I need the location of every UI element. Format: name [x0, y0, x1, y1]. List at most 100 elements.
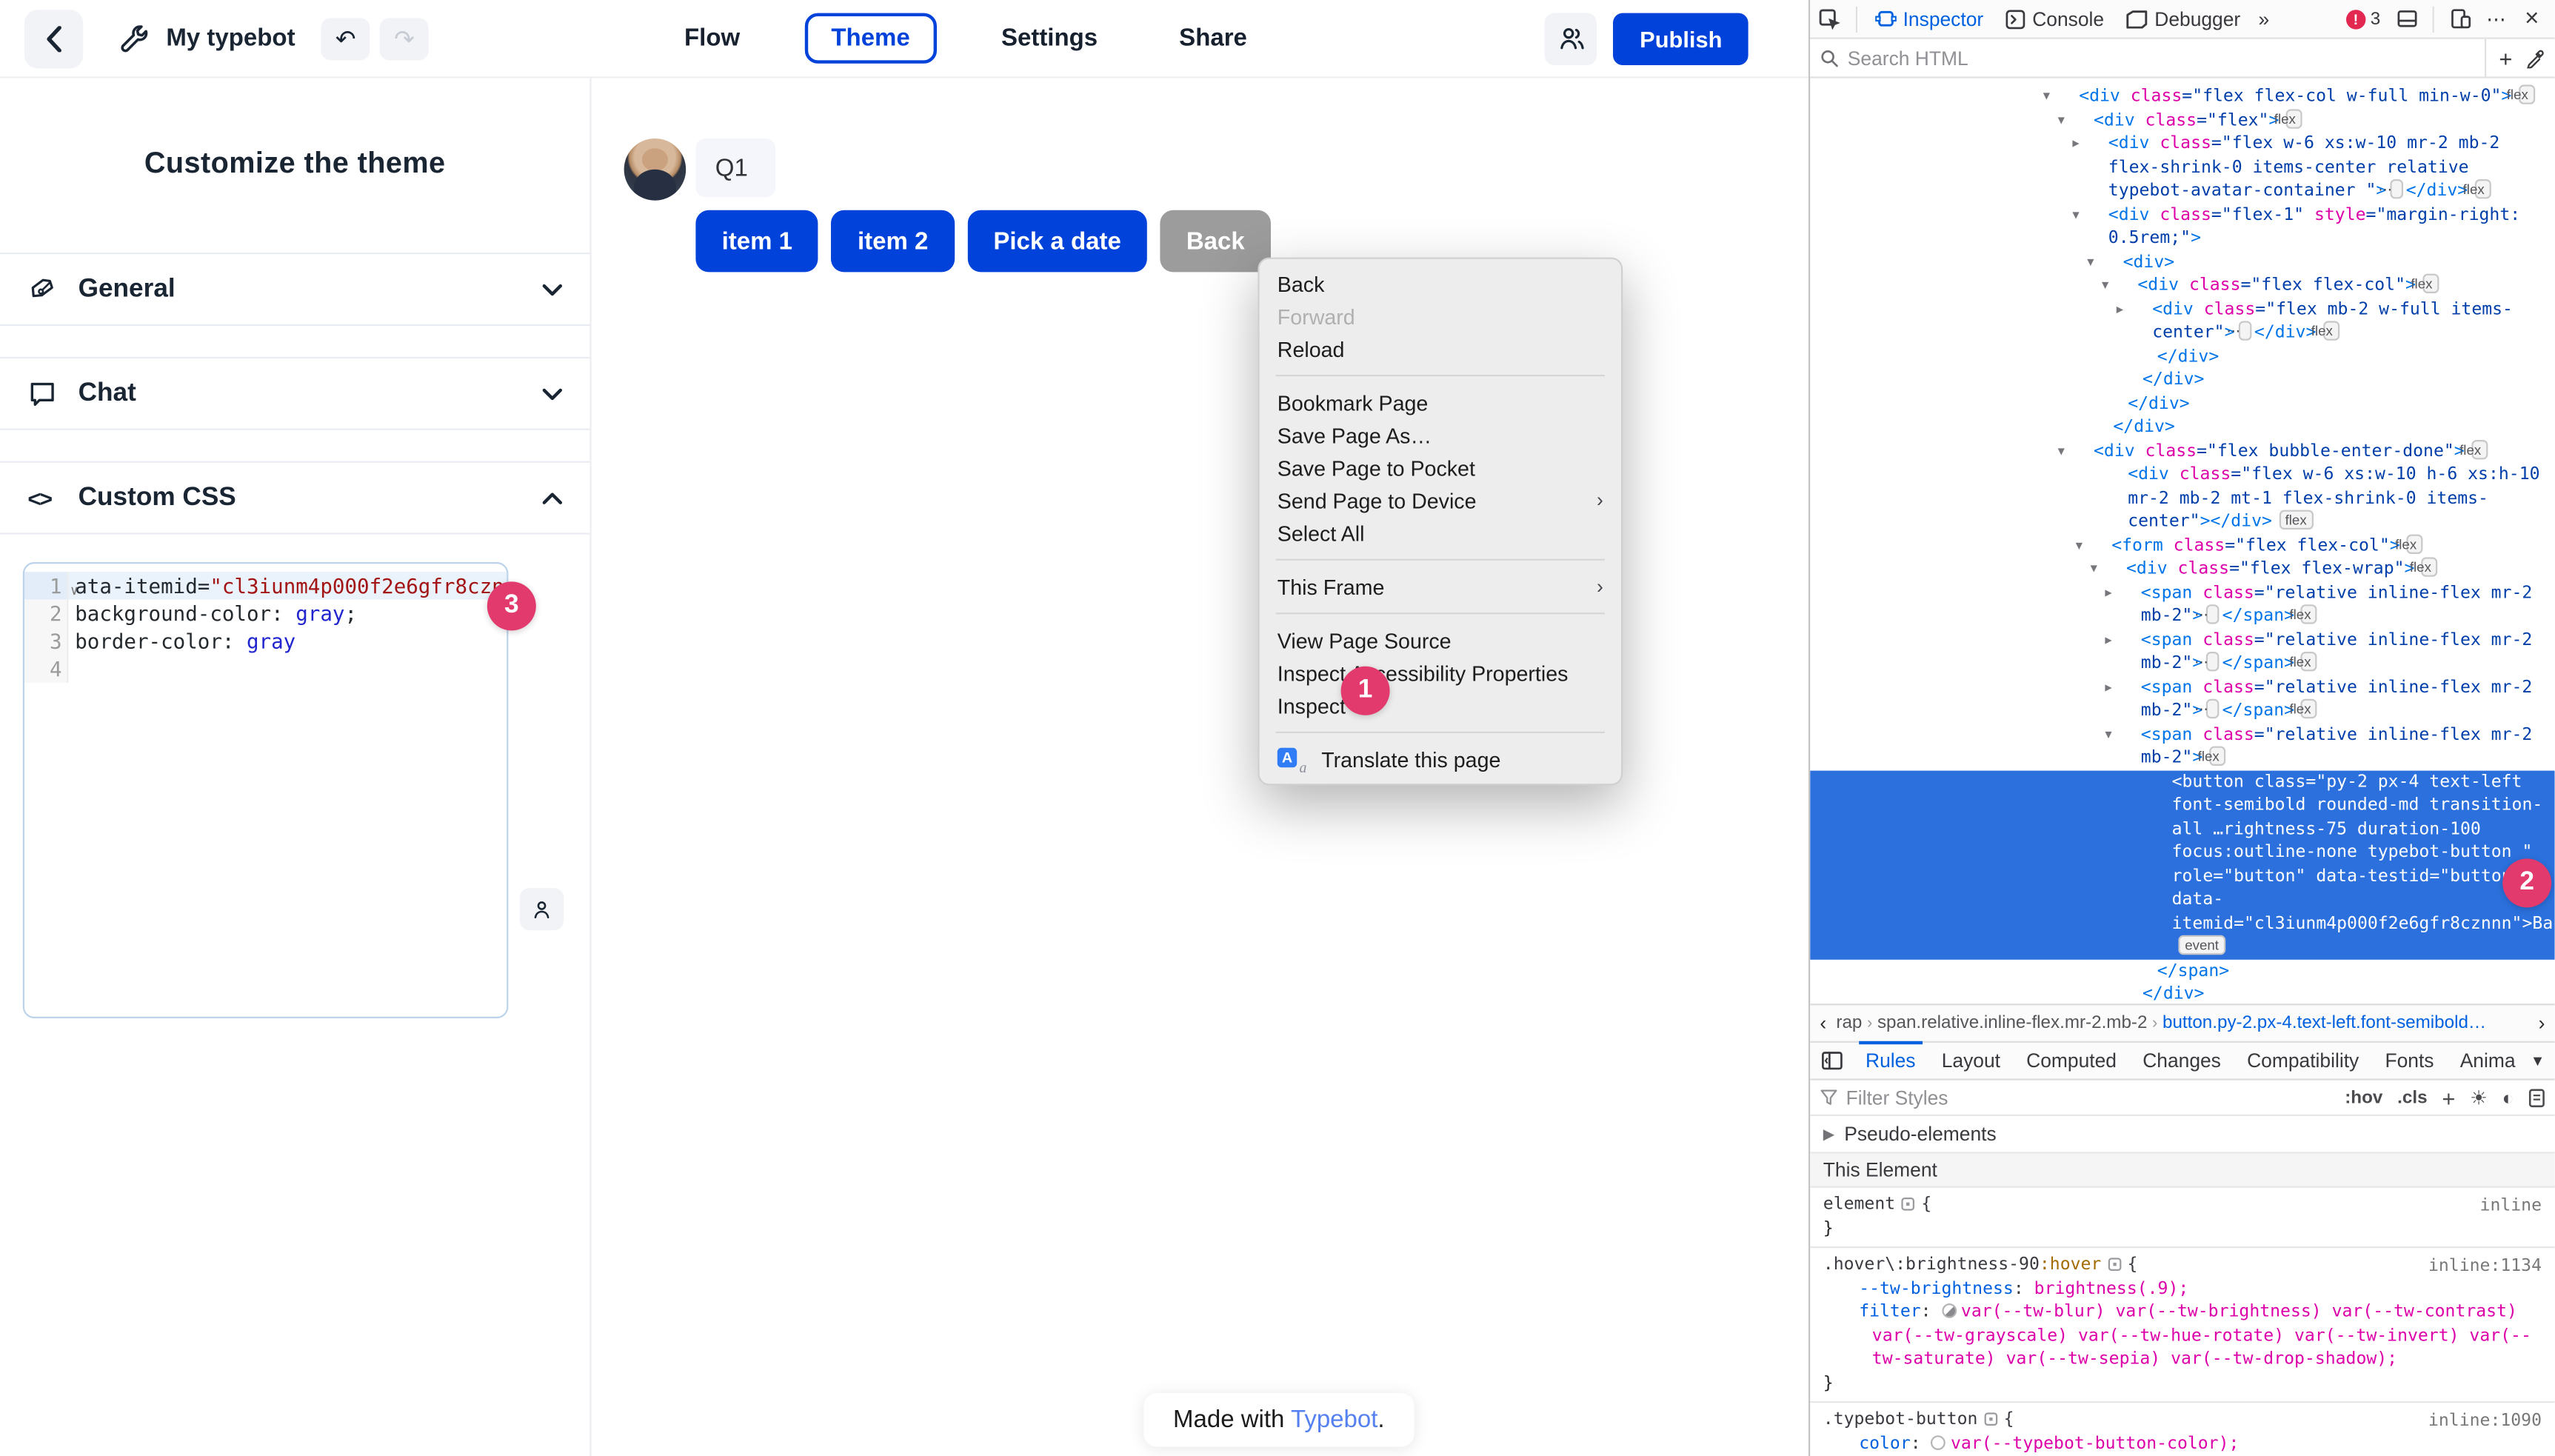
panel-tab-anima[interactable]: Anima	[2447, 1041, 2528, 1081]
menu-item-save-page-as-[interactable]: Save Page As…	[1260, 418, 1621, 451]
twisty-expanded-icon[interactable]: ▼	[2076, 439, 2094, 463]
error-count-badge[interactable]: !3	[2346, 9, 2380, 28]
section-general[interactable]: General	[0, 253, 590, 326]
responsive-mode-button[interactable]	[2444, 2, 2476, 35]
dom-node[interactable]: </div>	[1810, 415, 2554, 439]
tab-theme[interactable]: Theme	[805, 13, 936, 64]
typebot-name[interactable]: My typebot	[166, 24, 295, 52]
breadcrumb-prev-button[interactable]: ‹	[1810, 1012, 1836, 1035]
chat-button-item-1[interactable]: item 1	[695, 210, 818, 273]
menu-item-view-page-source[interactable]: View Page Source	[1260, 624, 1621, 657]
redo-button[interactable]: ↷	[380, 17, 429, 59]
chat-button-back[interactable]: Back	[1160, 210, 1271, 273]
toggle-hover-button[interactable]: :hov	[2345, 1088, 2382, 1107]
avatar-toggle-button[interactable]	[520, 888, 564, 930]
breadcrumb-item[interactable]: span.relative.inline-flex.mr-2.mb-2	[1877, 1013, 2147, 1032]
dom-node[interactable]: ▼<div class="flex flex-col w-full min-w-…	[1810, 84, 2554, 108]
print-media-icon[interactable]	[2528, 1088, 2545, 1107]
dom-node[interactable]: </span>	[1810, 959, 2554, 983]
dom-node[interactable]: ▶<span class="relative inline-flex mr-2 …	[1810, 675, 2554, 723]
devtools-tab-inspector[interactable]: Inspector	[1864, 0, 1995, 39]
typebot-link[interactable]: Typebot	[1291, 1406, 1377, 1434]
dom-node[interactable]: ▼<div class="flex-1" style="margin-right…	[1810, 203, 2554, 250]
light-scheme-icon[interactable]: ☀	[2470, 1086, 2488, 1109]
twisty-expanded-icon[interactable]: ▼	[2105, 250, 2123, 274]
twisty-collapsed-icon[interactable]: ▶	[2123, 628, 2141, 652]
menu-item-select-all[interactable]: Select All	[1260, 516, 1621, 549]
dom-node[interactable]: ▶<span class="relative inline-flex mr-2 …	[1810, 628, 2554, 675]
dom-node[interactable]: </div>	[1810, 983, 2554, 1004]
twisty-expanded-icon[interactable]: ▼	[2120, 274, 2137, 298]
collaborators-button[interactable]	[1546, 13, 1597, 64]
panel-tab-fonts[interactable]: Fonts	[2372, 1041, 2447, 1081]
rule-source-link[interactable]: inline:1134	[2428, 1255, 2542, 1278]
menu-item-inspect[interactable]: Inspect	[1260, 689, 1621, 722]
dom-node[interactable]: ▶<div class="flex mb-2 w-full items-cent…	[1810, 298, 2554, 345]
css-editor-line[interactable]: 4	[24, 655, 507, 682]
panel-tab-computed[interactable]: Computed	[2014, 1041, 2130, 1081]
dom-node[interactable]: </div>	[1810, 344, 2554, 368]
menu-item-save-page-to-pocket[interactable]: Save Page to Pocket	[1260, 451, 1621, 484]
color-swatch-empty[interactable]	[1931, 1435, 1946, 1449]
tab-flow[interactable]: Flow	[668, 15, 756, 62]
publish-button[interactable]: Publish	[1614, 13, 1749, 64]
html-search-bar[interactable]: Search HTML +	[1810, 39, 2554, 79]
panel-tab-changes[interactable]: Changes	[2130, 1041, 2234, 1081]
menu-item-back[interactable]: Back	[1260, 267, 1621, 300]
dom-node[interactable]: ▼<div>	[1810, 250, 2554, 274]
css-editor-line[interactable]: 2background-color: gray;	[24, 600, 507, 627]
close-devtools-button[interactable]: ×	[2516, 2, 2548, 35]
dom-node[interactable]: ▼<div class="flex flex-col">flex	[1810, 274, 2554, 298]
tab-settings[interactable]: Settings	[985, 15, 1114, 62]
pseudo-elements-row[interactable]: ▶Pseudo-elements	[1810, 1116, 2554, 1154]
panel-tab-layout[interactable]: Layout	[1928, 1041, 2013, 1081]
twisty-collapsed-icon[interactable]: ▶	[2123, 581, 2141, 604]
css-declaration[interactable]: color: var(--typebot-button-color);	[1823, 1432, 2542, 1455]
dom-node[interactable]: ▼<div class="flex">flex	[1810, 108, 2554, 132]
dom-node[interactable]: ▶<span class="relative inline-flex mr-2 …	[1810, 581, 2554, 628]
breadcrumb-item[interactable]: button.py-2.px-4.text-left.font-semibold…	[2162, 1013, 2486, 1032]
filter-styles-bar[interactable]: Filter Styles :hov .cls + ☀ ◐	[1810, 1081, 2554, 1116]
twisty-collapsed-icon[interactable]: ▶	[2091, 132, 2108, 156]
section-chat[interactable]: Chat	[0, 357, 590, 430]
undo-button[interactable]: ↶	[321, 17, 370, 59]
menu-item-send-page-to-device[interactable]: Send Page to Device›	[1260, 484, 1621, 516]
css-code[interactable]: ata-itemid="cl3iunm4p000f2e6gfr8cznnn"] …	[67, 572, 507, 599]
section-custom-css[interactable]: <>Custom CSS	[0, 461, 590, 535]
rule-source-link[interactable]: inline:1090	[2428, 1409, 2542, 1433]
rule-source-link[interactable]: inline	[2480, 1195, 2542, 1218]
add-rule-button[interactable]: +	[2442, 1084, 2455, 1110]
twisty-expanded-icon[interactable]: ▼	[2061, 84, 2079, 108]
css-declaration[interactable]: --tw-brightness: brightness(.9);	[1823, 1277, 2542, 1300]
split-console-button[interactable]	[2390, 2, 2422, 35]
dom-node[interactable]: </div>	[1810, 392, 2554, 415]
twisty-expanded-icon[interactable]: ▼	[2076, 108, 2094, 132]
pick-element-button[interactable]	[1810, 7, 1849, 30]
devtools-tab-console[interactable]: Console	[1995, 0, 2116, 39]
dark-scheme-icon[interactable]: ◐	[2502, 1086, 2514, 1109]
devtools-menu-button[interactable]: ⋯	[2479, 2, 2512, 35]
dom-node[interactable]: </div>	[1810, 368, 2554, 392]
css-code[interactable]	[67, 655, 507, 682]
twisty-expanded-icon[interactable]: ▼	[2091, 203, 2108, 227]
css-editor-line[interactable]: 1∨ata-itemid="cl3iunm4p000f2e6gfr8cznnn"…	[24, 572, 507, 599]
more-tools-button[interactable]: »	[2252, 7, 2276, 30]
toggle-class-button[interactable]: .cls	[2397, 1088, 2427, 1107]
menu-item-bookmark-page[interactable]: Bookmark Page	[1260, 386, 1621, 418]
dom-node[interactable]: ▶<div class="flex w-6 xs:w-10 mr-2 mb-2 …	[1810, 132, 2554, 203]
add-node-button[interactable]: +	[2499, 45, 2512, 71]
chat-button-item-2[interactable]: item 2	[832, 210, 955, 273]
dom-node[interactable]: ▼<div class="flex bubble-enter-done">fle…	[1810, 439, 2554, 463]
twisty-collapsed-icon[interactable]: ▶	[2134, 298, 2152, 321]
menu-item-inspect-accessibility-properties[interactable]: Inspect Accessibility Properties	[1260, 657, 1621, 689]
eyedropper-icon[interactable]	[2525, 48, 2545, 67]
css-code[interactable]: border-color: gray	[67, 627, 507, 655]
dom-node[interactable]: ▼<form class="flex flex-col">flex	[1810, 534, 2554, 558]
panel-tab-rules[interactable]: Rules	[1852, 1041, 1928, 1081]
dom-node-selected[interactable]: <button class="py-2 px-4 text-left font-…	[1810, 770, 2554, 959]
devtools-tab-debugger[interactable]: Debugger	[2115, 0, 2251, 39]
menu-item-translate-this-page[interactable]: AaTranslate this page	[1260, 743, 1621, 775]
fold-arrow-icon[interactable]: ∨	[70, 577, 79, 604]
css-editor-line[interactable]: 3border-color: gray	[24, 627, 507, 655]
dom-node[interactable]: ▼<span class="relative inline-flex mr-2 …	[1810, 723, 2554, 770]
